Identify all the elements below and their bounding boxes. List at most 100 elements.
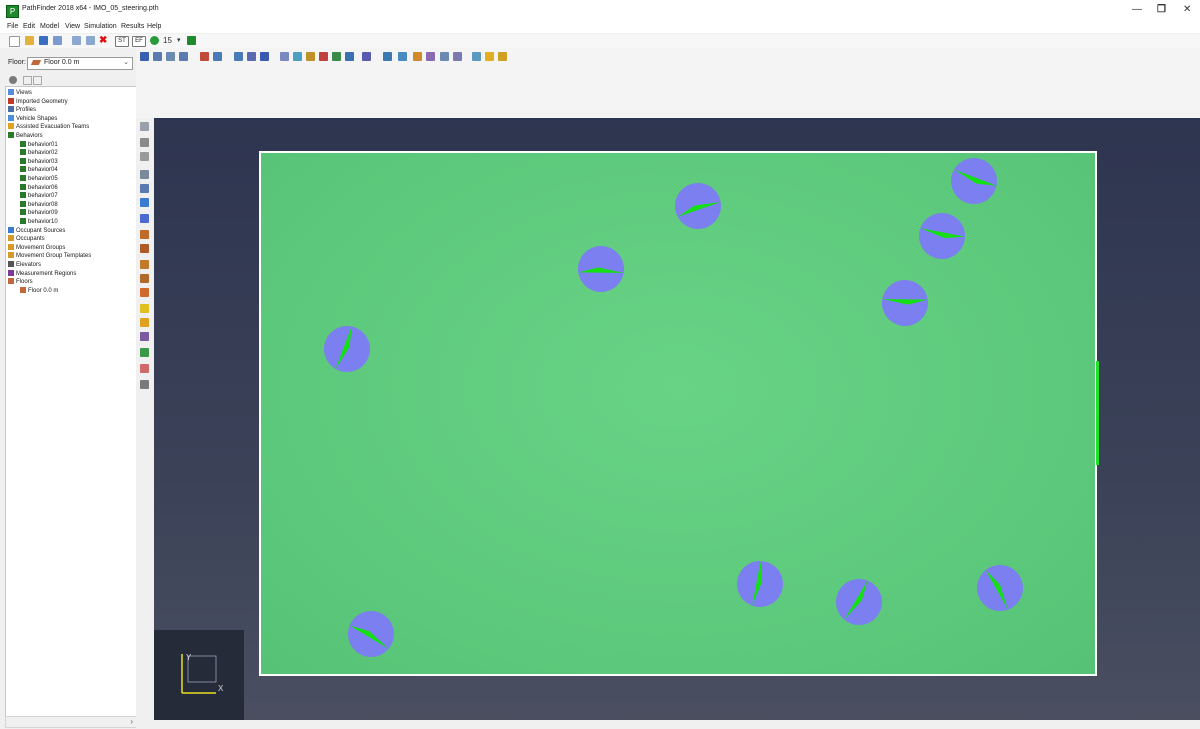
doors-toggle-icon[interactable]: [332, 52, 341, 61]
menu-results[interactable]: Results: [121, 23, 144, 30]
view-box: [187, 655, 217, 683]
view-bottom-icon[interactable]: [166, 52, 175, 61]
zoom-box-icon[interactable]: [453, 52, 462, 61]
move-icon[interactable]: [140, 138, 149, 147]
stairs-toggle-icon[interactable]: [362, 52, 371, 61]
tree-item[interactable]: Floor 0.0 m: [20, 286, 58, 296]
view-left-icon[interactable]: [213, 52, 222, 61]
tree-item-label: Profiles: [16, 107, 37, 114]
add-occupant-icon[interactable]: [140, 304, 149, 313]
grid-icon[interactable]: [485, 52, 494, 61]
draw-obstruction-icon[interactable]: [140, 198, 149, 207]
pan-icon[interactable]: [426, 52, 435, 61]
tree-item-label: Occupant Sources: [16, 227, 66, 234]
menu-view[interactable]: View: [65, 23, 80, 30]
measurement-region-icon[interactable]: [140, 332, 149, 341]
view-iso-icon[interactable]: [247, 52, 256, 61]
draw-walkway-icon[interactable]: [140, 274, 149, 283]
roam-icon[interactable]: [413, 52, 422, 61]
fit-icon[interactable]: [472, 52, 481, 61]
wireframe-icon[interactable]: [260, 52, 269, 61]
occupant-marker[interactable]: [976, 564, 1024, 612]
rotate-icon[interactable]: [140, 152, 149, 161]
exit-door[interactable]: [1096, 361, 1099, 465]
menu-simulation[interactable]: Simulation: [84, 23, 117, 30]
draw-escalator-icon[interactable]: [140, 260, 149, 269]
occupant-marker[interactable]: [347, 610, 395, 658]
sources-icon: [8, 226, 14, 233]
zoom-extents-icon[interactable]: [140, 52, 149, 61]
views-icon: [8, 89, 14, 95]
save-as-icon[interactable]: [53, 36, 62, 45]
sfpe-mode-button[interactable]: EF: [132, 36, 146, 47]
speed-value[interactable]: 15: [163, 36, 175, 45]
zoom-icon[interactable]: [440, 52, 449, 61]
view-front-icon[interactable]: [179, 52, 188, 61]
draw-stair-icon[interactable]: [140, 230, 149, 239]
occupant-marker[interactable]: [835, 578, 883, 626]
minimize-icon[interactable]: —: [1132, 4, 1142, 15]
open-folder-icon[interactable]: [25, 36, 34, 45]
menu-edit[interactable]: Edit: [23, 23, 35, 30]
tree-item-label: behavior09: [28, 210, 58, 217]
undo-icon[interactable]: [72, 36, 81, 45]
scroll-right-icon[interactable]: ›: [130, 717, 133, 726]
occupant-marker[interactable]: [950, 157, 998, 205]
ruler-icon[interactable]: [140, 380, 149, 389]
waypoint-icon[interactable]: [140, 364, 149, 373]
close-icon[interactable]: ✕: [1183, 4, 1191, 15]
run-simulation-icon[interactable]: [150, 36, 159, 45]
occupant-marker[interactable]: [881, 279, 929, 327]
select-icon[interactable]: [383, 52, 392, 61]
draw-ramp-icon[interactable]: [140, 244, 149, 253]
menu-help[interactable]: Help: [147, 23, 161, 30]
axis-triad-svg: Y X: [181, 653, 224, 694]
occupant-source-icon[interactable]: [140, 348, 149, 357]
solid-icon[interactable]: [280, 52, 289, 61]
restore-icon[interactable]: ❐: [1157, 4, 1166, 15]
draw-elevator-icon[interactable]: [140, 288, 149, 297]
tree-horizontal-scrollbar[interactable]: ›: [5, 716, 138, 728]
model-viewport[interactable]: Y X: [154, 118, 1200, 720]
add-group-icon[interactable]: [140, 318, 149, 327]
occupants-toggle-icon[interactable]: [319, 52, 328, 61]
draw-room-icon[interactable]: [140, 170, 149, 179]
rooms-toggle-icon[interactable]: [345, 52, 354, 61]
occupant-marker[interactable]: [323, 325, 371, 373]
collapse-icon[interactable]: [23, 76, 32, 85]
orbit-icon[interactable]: [398, 52, 407, 61]
main-toolbar: ✖ ST EF 15 ▾: [0, 34, 1200, 48]
tree-item-label: Elevators: [16, 262, 42, 268]
occupant-marker[interactable]: [577, 245, 625, 293]
snap-icon[interactable]: [498, 52, 507, 61]
floors-icon: [8, 278, 14, 285]
view-top-icon[interactable]: [153, 52, 162, 61]
drawing-tools-panel: [136, 118, 154, 729]
filter-icon[interactable]: [9, 76, 17, 84]
geometry-toggle-icon[interactable]: [306, 52, 315, 61]
results-icon[interactable]: [187, 36, 196, 45]
floor-label: Floor:: [8, 59, 26, 66]
draw-door-icon[interactable]: [140, 214, 149, 223]
steering-mode-button[interactable]: ST: [115, 36, 129, 47]
floor-icon: [30, 60, 42, 65]
speed-dropdown-icon[interactable]: ▾: [177, 36, 186, 45]
view-right-icon[interactable]: [234, 52, 243, 61]
tree-item-label: Behaviors: [16, 133, 43, 139]
menu-model[interactable]: Model: [40, 23, 59, 30]
delete-icon[interactable]: ✖: [99, 36, 108, 46]
view-back-icon[interactable]: [200, 52, 209, 61]
texture-icon[interactable]: [293, 52, 302, 61]
redo-icon[interactable]: [86, 36, 95, 45]
draw-rect-room-icon[interactable]: [140, 184, 149, 193]
occupant-marker[interactable]: [674, 182, 722, 230]
floor-select[interactable]: Floor 0.0 m ⌄: [27, 57, 133, 70]
behavior-icon: [20, 200, 26, 207]
save-icon[interactable]: [39, 36, 48, 45]
occupant-marker[interactable]: [918, 212, 966, 260]
new-file-icon[interactable]: [9, 36, 20, 47]
menu-file[interactable]: File: [7, 23, 18, 30]
occupant-marker[interactable]: [736, 560, 784, 608]
add-node-icon[interactable]: [140, 122, 149, 131]
expand-icon[interactable]: [33, 76, 42, 85]
